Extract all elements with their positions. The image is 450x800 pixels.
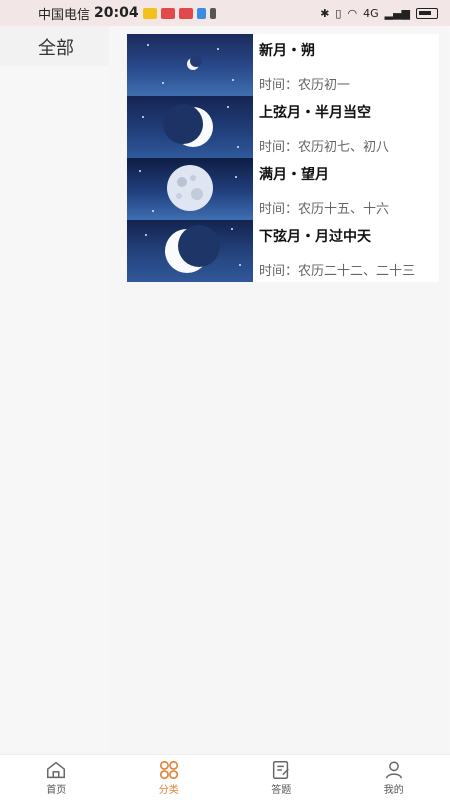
moon-title: 新月・朔 (259, 43, 315, 59)
moon-title: 下弦月・月过中天 (259, 229, 371, 245)
moon-time: 时间：农历十五、十六 (259, 202, 390, 217)
list-item-new-moon[interactable]: 新月・朔 时间：农历初一 (127, 34, 439, 96)
moon-info: 满月・望月 时间：农历十五、十六 (253, 158, 439, 220)
list-item-full-moon[interactable]: 满月・望月 时间：农历十五、十六 (127, 158, 439, 220)
full-moon-image (127, 158, 253, 220)
notification-app-icon (178, 7, 193, 19)
nav-home[interactable]: 首页 (16, 759, 96, 796)
nav-label: 我的 (383, 785, 404, 796)
content-panel: 新月・朔 时间：农历初一 上弦月・半月当空 时间：农历初七、初八 满月・望月 时… (109, 26, 447, 754)
last-quarter-moon-image (127, 220, 253, 282)
moon-title: 上弦月・半月当空 (259, 105, 371, 121)
moon-phase-list: 新月・朔 时间：农历初一 上弦月・半月当空 时间：农历初七、初八 满月・望月 时… (127, 34, 439, 282)
moon-time: 时间：农历初七、初八 (259, 140, 390, 155)
moon-info: 新月・朔 时间：农历初一 (253, 34, 439, 96)
status-time: 20:04 (94, 5, 139, 21)
nav-label: 分类 (158, 785, 179, 796)
moon-time: 时间：农历初一 (259, 78, 351, 93)
category-item-all[interactable]: 全部 (0, 26, 115, 66)
moon-info: 下弦月・月过中天 时间：农历二十二、二十三 (253, 220, 439, 282)
category-sidebar: 全部 (0, 26, 115, 754)
nav-quiz[interactable]: 答题 (241, 759, 321, 796)
status-bar: 中国电信 20:04 ✱ ▯ ◠ 4G ▂▄▆ (0, 0, 450, 26)
vibrate-icon: ▯ (335, 6, 342, 20)
profile-icon (385, 761, 402, 779)
wifi-icon: ◠ (347, 6, 358, 20)
battery-icon (416, 7, 438, 19)
carrier-label: 中国电信 (38, 7, 91, 23)
nav-profile[interactable]: 我的 (354, 759, 434, 796)
notification-battery-icon (209, 7, 216, 19)
home-icon (47, 761, 66, 779)
status-right: ✱ ▯ ◠ 4G ▂▄▆ (320, 7, 438, 20)
nav-category[interactable]: 分类 (129, 759, 209, 796)
first-quarter-moon-image (127, 96, 253, 158)
quiz-icon (273, 761, 290, 779)
notification-app-icon (142, 7, 157, 19)
moon-title: 满月・望月 (259, 167, 329, 183)
network-label: 4G (363, 6, 379, 20)
notification-shield-icon (196, 7, 206, 19)
category-label: 全部 (38, 38, 74, 59)
notification-app-icon (160, 7, 175, 19)
moon-time: 时间：农历二十二、二十三 (259, 264, 416, 279)
list-item-last-quarter[interactable]: 下弦月・月过中天 时间：农历二十二、二十三 (127, 220, 439, 282)
nav-label: 答题 (271, 785, 292, 796)
new-moon-image (127, 34, 253, 96)
list-item-first-quarter[interactable]: 上弦月・半月当空 时间：农历初七、初八 (127, 96, 439, 158)
signal-icon: ▂▄▆ (384, 6, 410, 20)
bluetooth-icon: ✱ (320, 6, 330, 20)
nav-label: 首页 (46, 785, 67, 796)
status-left: 中国电信 20:04 (38, 4, 216, 23)
bottom-navigation: 首页 分类 答题 我的 (0, 754, 450, 800)
moon-info: 上弦月・半月当空 时间：农历初七、初八 (253, 96, 439, 158)
category-icon (159, 760, 178, 780)
